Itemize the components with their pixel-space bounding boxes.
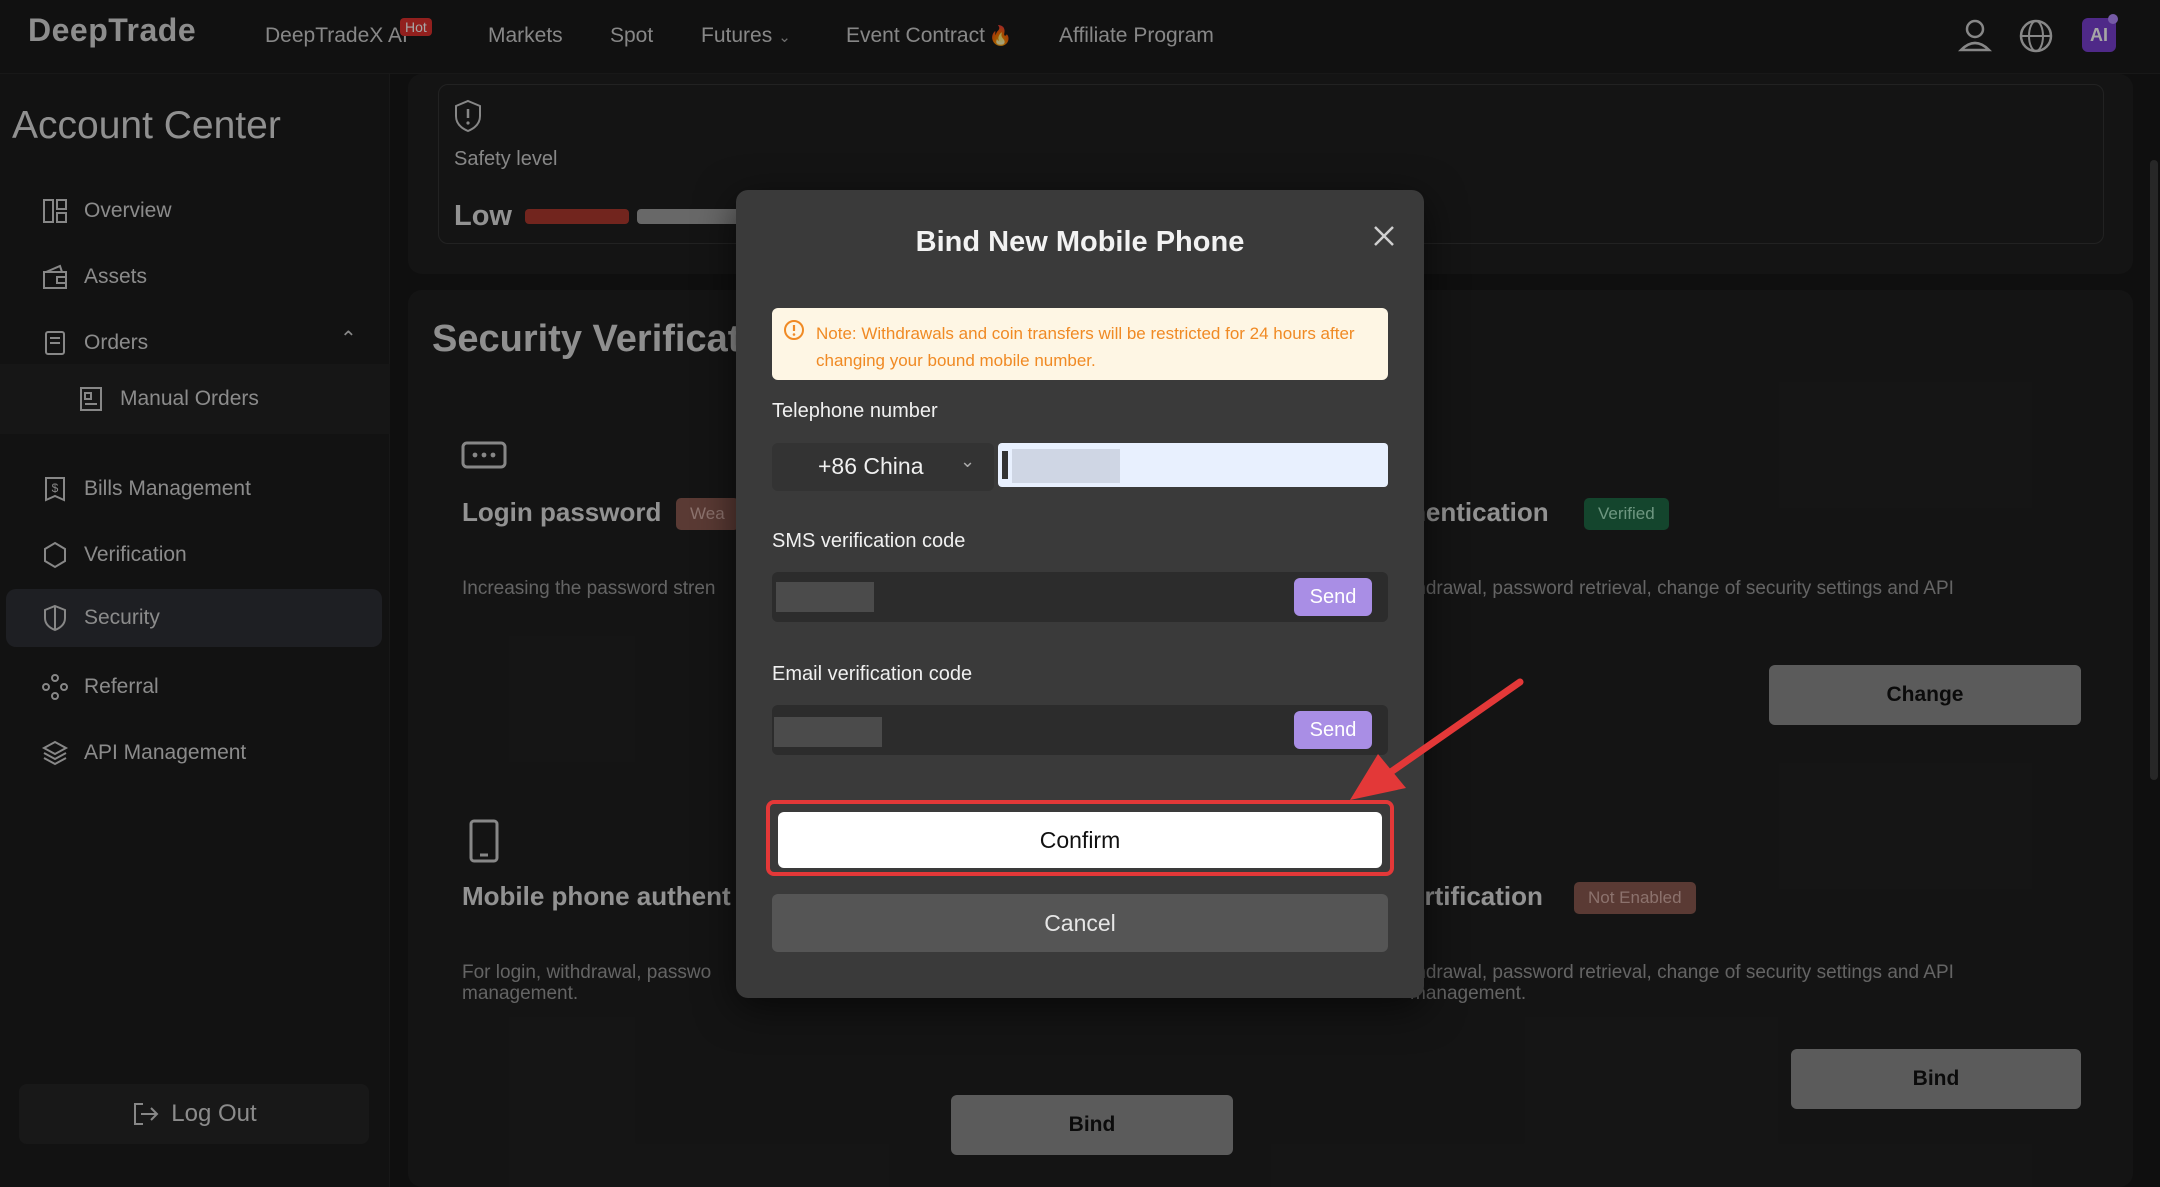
confirm-button[interactable]: Confirm <box>778 812 1382 868</box>
telephone-label: Telephone number <box>772 400 938 422</box>
sms-code-label: SMS verification code <box>772 530 966 552</box>
bind-phone-dialog: Bind New Mobile Phone Note: Withdrawals … <box>736 190 1424 998</box>
send-sms-code-button[interactable]: Send <box>1294 578 1372 616</box>
warning-note-text: Note: Withdrawals and coin transfers wil… <box>816 324 1355 370</box>
input-cursor <box>1002 451 1008 479</box>
chevron-down-icon: ⌄ <box>960 451 976 471</box>
redacted-phone-number <box>1012 449 1120 483</box>
sms-code-input[interactable]: Send <box>772 572 1388 622</box>
red-arrow-annotation <box>1350 678 1524 800</box>
country-code-select[interactable]: +86 China ⌄ <box>772 443 994 491</box>
redacted-email-code <box>774 717 882 747</box>
redacted-sms-code <box>776 582 874 612</box>
close-icon[interactable] <box>1368 220 1400 252</box>
warning-note: Note: Withdrawals and coin transfers wil… <box>772 308 1388 380</box>
dialog-title: Bind New Mobile Phone <box>915 226 1245 258</box>
phone-number-input[interactable] <box>998 443 1388 487</box>
confirm-highlight-frame: Confirm <box>766 800 1394 876</box>
cancel-button[interactable]: Cancel <box>772 894 1388 952</box>
country-code-value: +86 China <box>818 453 924 479</box>
email-code-label: Email verification code <box>772 663 973 685</box>
email-code-input[interactable]: Send <box>772 705 1388 755</box>
warning-icon <box>784 320 804 340</box>
